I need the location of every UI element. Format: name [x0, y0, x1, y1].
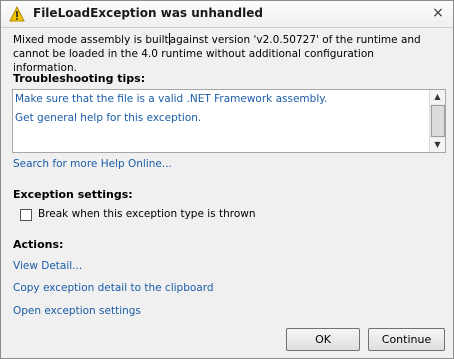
copy-detail-link[interactable]: Copy exception detail to the clipboard	[13, 282, 214, 294]
exception-message: Mixed mode assembly is builtagainst vers…	[13, 33, 441, 75]
warning-icon	[9, 6, 25, 22]
tips-scrollbar[interactable]: ▲ ▼	[429, 90, 445, 152]
break-on-exception-label[interactable]: Break when this exception type is thrown	[38, 208, 256, 220]
search-help-online-link[interactable]: Search for more Help Online...	[13, 158, 172, 170]
exception-settings-label: Exception settings:	[13, 188, 133, 201]
ok-button[interactable]: OK	[286, 328, 360, 351]
message-part1: Mixed mode assembly is built	[13, 34, 169, 46]
troubleshooting-label: Troubleshooting tips:	[13, 72, 146, 85]
continue-button[interactable]: Continue	[368, 328, 445, 351]
scroll-up-icon[interactable]: ▲	[430, 90, 445, 104]
close-icon[interactable]: ×	[429, 5, 447, 23]
tip-link-general-help[interactable]: Get general help for this exception.	[15, 112, 201, 124]
scroll-thumb[interactable]	[431, 105, 445, 137]
open-exception-settings-link[interactable]: Open exception settings	[13, 305, 141, 317]
title-bar: FileLoadException was unhandled ×	[1, 1, 453, 28]
break-on-exception-checkbox[interactable]	[20, 209, 32, 221]
dialog-title: FileLoadException was unhandled	[33, 6, 263, 20]
scroll-down-icon[interactable]: ▼	[430, 138, 445, 152]
troubleshooting-tips-list: Make sure that the file is a valid .NET …	[12, 89, 446, 153]
view-detail-link[interactable]: View Detail...	[13, 260, 82, 272]
actions-label: Actions:	[13, 238, 64, 251]
exception-dialog: FileLoadException was unhandled × Mixed …	[0, 0, 454, 359]
tip-link-valid-assembly[interactable]: Make sure that the file is a valid .NET …	[15, 93, 327, 105]
